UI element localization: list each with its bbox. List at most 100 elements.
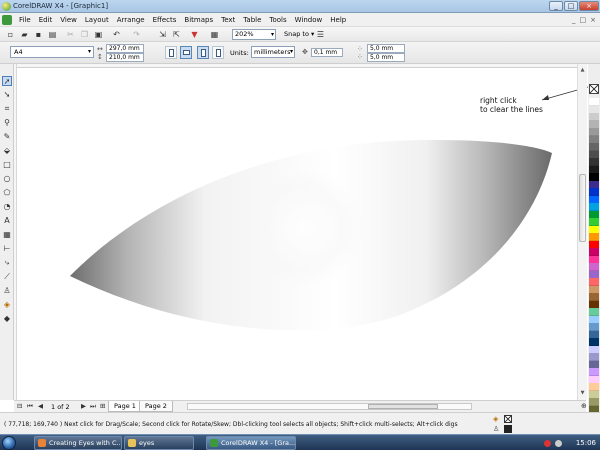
document-menu-icon[interactable]	[2, 14, 12, 25]
vertical-scroll-thumb[interactable]	[579, 174, 586, 242]
doc-close-button[interactable]: ×	[590, 16, 596, 24]
menu-help[interactable]: Help	[326, 16, 350, 24]
duplicate-y-icon: ⁘	[357, 53, 363, 61]
all-pages-button[interactable]	[197, 46, 209, 59]
maximize-button[interactable]: □	[564, 1, 578, 11]
clock[interactable]: 15:06	[576, 439, 596, 447]
folder-icon	[128, 439, 136, 447]
horizontal-scroll-thumb[interactable]	[368, 404, 438, 409]
export-icon[interactable]: ⇱	[172, 30, 181, 39]
first-page-icon[interactable]: ⏮	[27, 402, 33, 411]
menu-bitmaps[interactable]: Bitmaps	[180, 16, 217, 24]
menu-table[interactable]: Table	[239, 16, 265, 24]
menu-text[interactable]: Text	[217, 16, 239, 24]
units-select[interactable]: millimeters ▾	[251, 46, 295, 58]
portrait-button[interactable]	[165, 46, 177, 59]
page-width-icon: ↔	[97, 45, 103, 53]
status-hint: Next click for Drag/Scale; Second click …	[64, 421, 458, 428]
eyedropper-tool-icon[interactable]: ⟋	[2, 272, 12, 282]
zoom-tool-icon[interactable]: ⚲	[2, 118, 12, 128]
taskbar-coreldraw-window[interactable]: CorelDRAW X4 - [Gra...	[206, 436, 296, 450]
smart-fill-tool-icon[interactable]: ⬙	[2, 146, 12, 156]
current-page-button[interactable]	[212, 46, 224, 59]
outline-tool-icon[interactable]: ♙	[2, 286, 12, 296]
taskbar-folder-window[interactable]: eyes	[124, 436, 194, 450]
vertical-scrollbar[interactable]: ▲ ▼	[577, 64, 587, 400]
tab-page-1[interactable]: Page 1	[108, 401, 142, 412]
page-size-select[interactable]: A4 ▾	[10, 46, 94, 58]
table-tool-icon[interactable]: ▦	[2, 230, 12, 240]
eye-drawing[interactable]	[17, 68, 587, 400]
outline-indicator[interactable]	[504, 425, 512, 433]
print-icon[interactable]: ▤	[48, 30, 57, 39]
text-tool-icon[interactable]: A	[2, 216, 12, 226]
crop-tool-icon[interactable]: ⌗	[2, 104, 12, 114]
scroll-up-icon[interactable]: ▲	[579, 67, 586, 73]
add-page-icon[interactable]: ⊞	[100, 402, 105, 410]
previous-page-icon[interactable]: ◀	[38, 402, 43, 410]
interactive-fill-tool-icon[interactable]: ◆	[2, 314, 12, 324]
zoom-level-select[interactable]: 202% ▾	[232, 29, 276, 40]
options-icon[interactable]: ☰	[316, 30, 325, 39]
page-width-field[interactable]: 297,0 mm	[106, 44, 144, 53]
fill-indicator[interactable]	[504, 415, 512, 423]
save-icon[interactable]: ▪	[34, 30, 43, 39]
doc-minimize-button[interactable]: _	[572, 16, 576, 24]
import-icon[interactable]: ⇲	[158, 30, 167, 39]
next-page-icon[interactable]: ▶	[81, 402, 86, 410]
menu-edit[interactable]: Edit	[35, 16, 57, 24]
coreldraw-app-icon[interactable]	[2, 2, 11, 11]
close-button[interactable]: ×	[579, 1, 599, 11]
drawing-canvas[interactable]: right click to clear the lines	[17, 68, 589, 400]
menu-file[interactable]: File	[15, 16, 35, 24]
page-size-value: A4	[14, 48, 23, 56]
dimension-tool-icon[interactable]: ⊢	[2, 244, 12, 254]
application-launcher-icon[interactable]: ▼	[190, 30, 199, 39]
snap-to-dropdown[interactable]: Snap to ▾	[284, 30, 314, 38]
new-document-icon[interactable]: ▫	[6, 30, 15, 39]
shape-tool-icon[interactable]: ➘	[2, 90, 12, 100]
duplicate-x-field[interactable]: 5,0 mm	[367, 44, 405, 53]
security-alert-icon[interactable]	[544, 439, 551, 447]
minimize-button[interactable]: _	[549, 1, 563, 11]
undo-icon[interactable]: ↶	[112, 30, 121, 39]
welcome-screen-icon[interactable]: ▦	[210, 30, 219, 39]
ellipse-tool-icon[interactable]: ○	[2, 174, 12, 184]
landscape-button[interactable]	[180, 46, 192, 59]
no-fill-swatch[interactable]	[589, 84, 599, 94]
duplicate-y-field[interactable]: 5,0 mm	[367, 53, 405, 62]
redo-icon[interactable]: ↷	[132, 30, 141, 39]
pick-tool-icon[interactable]: ➚	[2, 76, 12, 86]
last-page-icon[interactable]: ⏭	[90, 402, 96, 411]
cut-icon[interactable]: ✂	[66, 30, 75, 39]
menu-effects[interactable]: Effects	[149, 16, 181, 24]
navigator-zoom-icon[interactable]: ⊕	[581, 402, 587, 410]
doc-restore-button[interactable]: □	[580, 16, 587, 24]
paste-icon[interactable]: ▣	[94, 30, 103, 39]
nudge-distance-field[interactable]: 0,1 mm	[311, 48, 343, 57]
annotation-line-1: right click	[480, 96, 517, 105]
freehand-tool-icon[interactable]: ✎	[2, 132, 12, 142]
basic-shapes-tool-icon[interactable]: ◔	[2, 202, 12, 212]
menu-view[interactable]: View	[56, 16, 81, 24]
open-icon[interactable]: ▰	[20, 30, 29, 39]
taskbar-browser-window[interactable]: Creating Eyes with C...	[34, 436, 122, 450]
menu-window[interactable]: Window	[291, 16, 327, 24]
menu-arrange[interactable]: Arrange	[113, 16, 149, 24]
rectangle-tool-icon[interactable]: □	[2, 160, 12, 170]
scroll-down-icon[interactable]: ▼	[579, 390, 586, 396]
horizontal-scrollbar[interactable]	[187, 403, 472, 410]
menu-tools[interactable]: Tools	[265, 16, 290, 24]
copy-icon[interactable]: ❐	[80, 30, 89, 39]
connector-tool-icon[interactable]: ⤷	[2, 258, 12, 268]
tab-page-2[interactable]: Page 2	[139, 401, 173, 412]
fill-tool-icon[interactable]: ◈	[2, 300, 12, 310]
polygon-tool-icon[interactable]: ⬠	[2, 188, 12, 198]
start-button[interactable]	[2, 436, 16, 450]
page-options-icon[interactable]: ⊟	[17, 402, 22, 410]
menu-layout[interactable]: Layout	[81, 16, 113, 24]
current-page-icon	[216, 49, 221, 57]
portrait-icon	[169, 49, 174, 57]
page-height-field[interactable]: 210,0 mm	[106, 53, 144, 62]
volume-icon[interactable]	[555, 439, 562, 447]
